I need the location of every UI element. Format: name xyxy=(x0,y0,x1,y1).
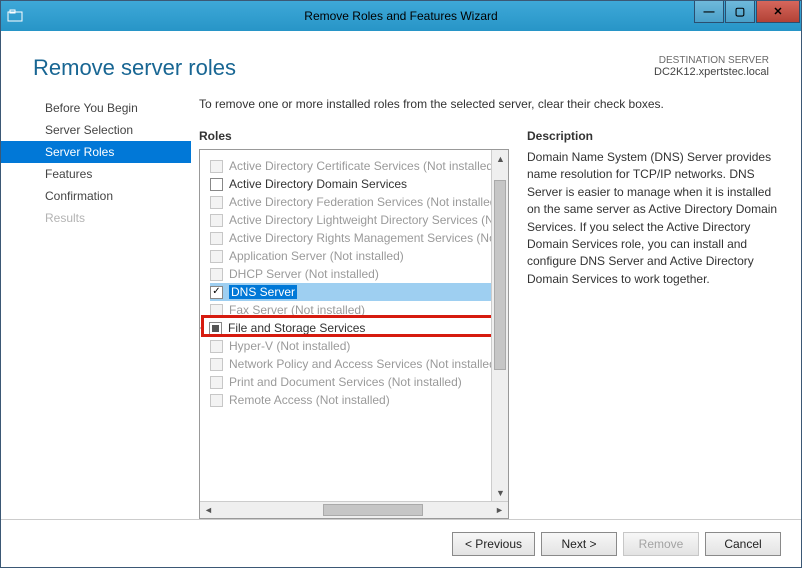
window-title: Remove Roles and Features Wizard xyxy=(0,9,802,23)
role-item-5: Application Server (Not installed) xyxy=(210,247,504,265)
destination-block: DESTINATION SERVER DC2K12.xpertstec.loca… xyxy=(654,55,769,78)
button-bar: < Previous Next > Remove Cancel xyxy=(1,519,801,567)
wizard-step-3[interactable]: Features xyxy=(1,163,191,185)
header: Remove server roles DESTINATION SERVER D… xyxy=(1,31,801,89)
checkbox xyxy=(210,340,223,353)
checkbox xyxy=(210,268,223,281)
description-text: Domain Name System (DNS) Server provides… xyxy=(527,149,781,288)
cancel-button[interactable]: Cancel xyxy=(705,532,781,556)
description-label: Description xyxy=(527,129,781,143)
checkbox xyxy=(210,196,223,209)
role-label: Active Directory Federation Services (No… xyxy=(229,195,500,209)
role-item-9[interactable]: File and Storage Services xyxy=(210,319,504,337)
expand-icon[interactable] xyxy=(200,324,201,332)
role-label: DNS Server xyxy=(229,285,297,299)
scroll-thumb[interactable] xyxy=(494,180,506,370)
role-item-0: Active Directory Certificate Services (N… xyxy=(210,157,504,175)
roles-column: Roles Active Directory Certificate Servi… xyxy=(199,129,509,519)
page-title: Remove server roles xyxy=(33,55,236,81)
checkbox[interactable] xyxy=(209,322,222,335)
destination-server: DC2K12.xpertstec.local xyxy=(654,66,769,78)
horizontal-scrollbar[interactable]: ◄ ► xyxy=(200,501,508,518)
role-label: Active Directory Domain Services xyxy=(229,177,407,191)
close-button[interactable]: ✕ xyxy=(756,1,800,23)
main-panel: To remove one or more installed roles fr… xyxy=(191,89,801,519)
body: Before You BeginServer SelectionServer R… xyxy=(1,89,801,519)
roles-listbox[interactable]: Active Directory Certificate Services (N… xyxy=(199,149,509,519)
wizard-step-5: Results xyxy=(1,207,191,229)
role-item-13: Remote Access (Not installed) xyxy=(210,391,504,409)
role-label: Active Directory Certificate Services (N… xyxy=(229,159,497,173)
app-icon xyxy=(7,8,23,24)
role-item-3: Active Directory Lightweight Directory S… xyxy=(210,211,504,229)
remove-button[interactable]: Remove xyxy=(623,532,699,556)
role-label: Remote Access (Not installed) xyxy=(229,393,390,407)
role-label: Application Server (Not installed) xyxy=(229,249,404,263)
role-item-1[interactable]: Active Directory Domain Services xyxy=(210,175,504,193)
checkbox xyxy=(210,394,223,407)
role-label: File and Storage Services xyxy=(228,321,365,335)
wizard-step-4[interactable]: Confirmation xyxy=(1,185,191,207)
checkbox[interactable] xyxy=(210,178,223,191)
scroll-up-icon[interactable]: ▲ xyxy=(492,150,509,167)
role-item-11: Network Policy and Access Services (Not … xyxy=(210,355,504,373)
next-button[interactable]: Next > xyxy=(541,532,617,556)
checkbox xyxy=(210,304,223,317)
checkbox xyxy=(210,232,223,245)
role-item-7[interactable]: DNS Server xyxy=(210,283,504,301)
role-label: Print and Document Services (Not install… xyxy=(229,375,462,389)
wizard-step-2[interactable]: Server Roles xyxy=(1,141,191,163)
vertical-scrollbar[interactable]: ▲ ▼ xyxy=(491,150,508,501)
checkbox xyxy=(210,358,223,371)
wizard-step-1[interactable]: Server Selection xyxy=(1,119,191,141)
title-bar: Remove Roles and Features Wizard — ▢ ✕ xyxy=(1,1,801,31)
maximize-button[interactable]: ▢ xyxy=(725,1,755,23)
wizard-step-0[interactable]: Before You Begin xyxy=(1,97,191,119)
role-item-12: Print and Document Services (Not install… xyxy=(210,373,504,391)
role-item-2: Active Directory Federation Services (No… xyxy=(210,193,504,211)
wizard-window: Remove Roles and Features Wizard — ▢ ✕ R… xyxy=(0,0,802,568)
role-label: Fax Server (Not installed) xyxy=(229,303,365,317)
checkbox xyxy=(210,250,223,263)
role-label: Hyper-V (Not installed) xyxy=(229,339,350,353)
checkbox xyxy=(210,376,223,389)
instruction-text: To remove one or more installed roles fr… xyxy=(199,97,781,111)
role-label: Active Directory Lightweight Directory S… xyxy=(229,213,508,227)
roles-label: Roles xyxy=(199,129,509,143)
role-label: DHCP Server (Not installed) xyxy=(229,267,379,281)
role-item-6: DHCP Server (Not installed) xyxy=(210,265,504,283)
role-label: Active Directory Rights Management Servi… xyxy=(229,231,508,245)
role-label: Network Policy and Access Services (Not … xyxy=(229,357,500,371)
minimize-button[interactable]: — xyxy=(694,1,724,23)
wizard-steps: Before You BeginServer SelectionServer R… xyxy=(1,89,191,519)
scroll-down-icon[interactable]: ▼ xyxy=(492,484,509,501)
checkbox xyxy=(210,160,223,173)
role-item-4: Active Directory Rights Management Servi… xyxy=(210,229,504,247)
checkbox[interactable] xyxy=(210,286,223,299)
destination-label: DESTINATION SERVER xyxy=(654,55,769,66)
description-column: Description Domain Name System (DNS) Ser… xyxy=(527,129,781,519)
scroll-left-icon[interactable]: ◄ xyxy=(200,502,217,519)
scroll-thumb-h[interactable] xyxy=(323,504,423,516)
role-item-10: Hyper-V (Not installed) xyxy=(210,337,504,355)
scroll-right-icon[interactable]: ► xyxy=(491,502,508,519)
role-item-8: Fax Server (Not installed) xyxy=(210,301,504,319)
checkbox xyxy=(210,214,223,227)
previous-button[interactable]: < Previous xyxy=(452,532,535,556)
